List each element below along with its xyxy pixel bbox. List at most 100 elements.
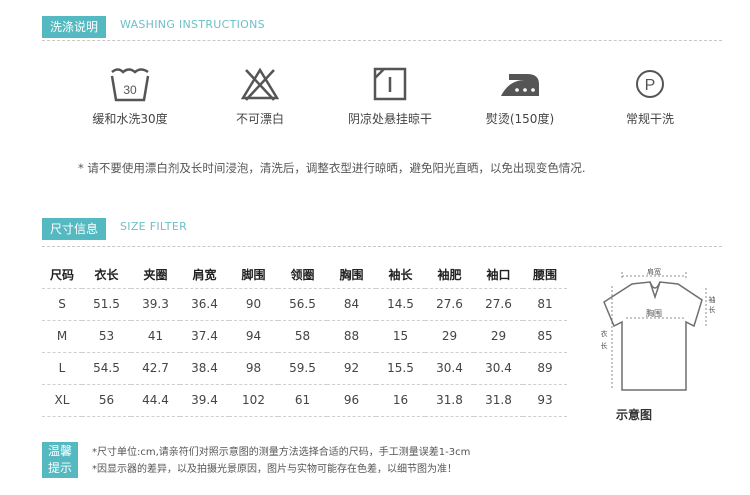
table-cell: 61 (278, 383, 327, 417)
label-length-1: 衣 (601, 329, 608, 338)
col-header: 袖口 (486, 268, 511, 283)
washing-subtitle: WASHING INSTRUCTIONS (120, 18, 265, 31)
table-cell: 98 (229, 351, 278, 384)
care-icons: 30 缓和水洗30度 不可漂白 阴凉处悬挂晾干 熨烫(150度) P 常规干洗 (70, 64, 730, 128)
diagram-caption: 示意图 (615, 408, 652, 422)
table-cell: 42.7 (131, 351, 180, 384)
table-cell: 31.8 (425, 383, 474, 417)
table-cell: 56.5 (278, 287, 327, 320)
table-cell: 102 (229, 383, 278, 417)
table-cell: 39.4 (180, 383, 229, 417)
label-sleeve-1: 袖 (709, 295, 716, 304)
size-header: 尺寸信息 SIZE FILTER (42, 216, 722, 247)
table-cell: 44.4 (131, 383, 180, 417)
care-item-dryclean: P 常规干洗 (590, 64, 710, 127)
table-cell: 36.4 (180, 287, 229, 320)
dry-clean-letter: P (645, 77, 656, 94)
tips-line-2: *因显示器的差异，以及拍摄光景原因，图片与实物可能存在色差，以细节图为准！ (92, 464, 457, 475)
tips-line-1: *尺寸单位:cm,请亲符们对照示意图的测量方法选择合适的尺码，手工测量误差1-3… (92, 447, 471, 458)
tshirt-outline (603, 281, 703, 391)
table-cell: 27.6 (474, 287, 523, 320)
table-cell: 90 (229, 287, 278, 320)
table-cell: 53 (82, 319, 131, 352)
table-cell: 92 (327, 351, 376, 384)
care-label: 缓和水洗30度 (92, 112, 168, 126)
table-row: XL 56 44.4 39.4 102 61 96 16 31.8 31.8 9… (42, 383, 567, 417)
washing-notice: * 请不要使用漂白剂及长时间浸泡，清洗后，调整衣型进行晾晒，避免阳光直晒，以免出… (78, 161, 586, 175)
table-cell: 29 (425, 319, 474, 352)
col-header: 衣长 (94, 268, 119, 283)
table-cell: M (42, 319, 82, 352)
table-cell: 39.3 (131, 287, 180, 320)
table-cell: L (42, 351, 82, 384)
col-header: 袖长 (388, 268, 413, 283)
tips-text: *尺寸单位:cm,请亲符们对照示意图的测量方法选择合适的尺码，手工测量误差1-3… (92, 444, 470, 478)
col-header: 领圈 (290, 268, 315, 283)
care-label: 常规干洗 (625, 112, 674, 126)
size-subtitle: SIZE FILTER (120, 220, 188, 233)
tips-tag-line1: 温馨 (47, 444, 72, 458)
no-bleach-icon (240, 67, 280, 101)
care-item-iron: 熨烫(150度) (460, 64, 580, 127)
label-shoulder: 肩宽 (647, 267, 661, 276)
size-header-row: 尺码 衣长 夹圈 肩宽 脚围 领圈 胸围 袖长 袖肥 袖口 腰围 (42, 262, 567, 288)
table-cell: 88 (327, 319, 376, 352)
table-cell: XL (42, 383, 82, 417)
wash-30-icon: 30 (110, 68, 150, 102)
hang-dry-shade-icon (373, 67, 407, 101)
tips-tag-line2: 提示 (47, 461, 72, 475)
table-cell: 41 (131, 319, 180, 352)
size-tag: 尺寸信息 (42, 218, 107, 240)
table-cell: 16 (376, 383, 425, 417)
table-cell: 96 (327, 383, 376, 417)
table-cell: 31.8 (474, 383, 523, 417)
table-cell: 93 (523, 383, 567, 417)
tips-tag: 温馨 提示 (42, 442, 78, 478)
table-cell: 15 (376, 319, 425, 352)
table-cell: 81 (523, 287, 567, 320)
col-header: 尺码 (49, 268, 74, 283)
table-cell: 56 (82, 383, 131, 417)
measurement-diagram: 肩宽 胸围 袖 长 衣 长 示意图 (594, 262, 726, 427)
table-cell: 30.4 (474, 351, 523, 384)
table-cell: 30.4 (425, 351, 474, 384)
size-divider (42, 246, 722, 247)
care-item-wash: 30 缓和水洗30度 (70, 64, 190, 127)
table-row: M 53 41 37.4 94 58 88 15 29 29 85 (42, 319, 567, 352)
tshirt-diagram: 肩宽 胸围 袖 长 衣 长 (601, 267, 716, 391)
measure-lines (611, 272, 707, 390)
iron-150-icon (501, 74, 539, 96)
table-cell: 84 (327, 287, 376, 320)
col-header: 腰围 (532, 268, 557, 283)
col-header: 夹圈 (143, 268, 168, 283)
label-sleeve-2: 长 (709, 305, 716, 314)
care-item-dry: 阴凉处悬挂晾干 (330, 64, 450, 127)
table-cell: 58 (278, 319, 327, 352)
care-label: 不可漂白 (235, 112, 284, 126)
col-header: 胸围 (339, 268, 364, 283)
table-cell: 51.5 (82, 287, 131, 320)
table-cell: S (42, 287, 82, 320)
table-row: S 51.5 39.3 36.4 90 56.5 84 14.5 27.6 27… (42, 287, 567, 320)
col-header: 袖肥 (437, 268, 462, 283)
care-label: 阴凉处悬挂晾干 (347, 112, 432, 126)
washing-header: 洗涤说明 WASHING INSTRUCTIONS (42, 14, 722, 42)
table-cell: 37.4 (180, 319, 229, 352)
care-item-bleach: 不可漂白 (200, 64, 320, 127)
table-cell: 59.5 (278, 351, 327, 384)
size-table: 尺码 衣长 夹圈 肩宽 脚围 领圈 胸围 袖长 袖肥 袖口 腰围 S 51.5 … (42, 262, 567, 417)
table-cell: 54.5 (82, 351, 131, 384)
dry-clean-icon: P (636, 70, 664, 98)
table-cell: 85 (523, 319, 567, 352)
washing-tag: 洗涤说明 (42, 16, 107, 38)
label-chest: 胸围 (646, 308, 662, 318)
table-cell: 15.5 (376, 351, 425, 384)
table-cell: 89 (523, 351, 567, 384)
table-cell: 38.4 (180, 351, 229, 384)
col-header: 脚围 (241, 268, 266, 283)
wash-temp: 30 (123, 83, 137, 97)
table-cell: 29 (474, 319, 523, 352)
care-label: 熨烫(150度) (485, 112, 555, 126)
col-header: 肩宽 (192, 268, 217, 283)
washing-divider (42, 40, 722, 41)
